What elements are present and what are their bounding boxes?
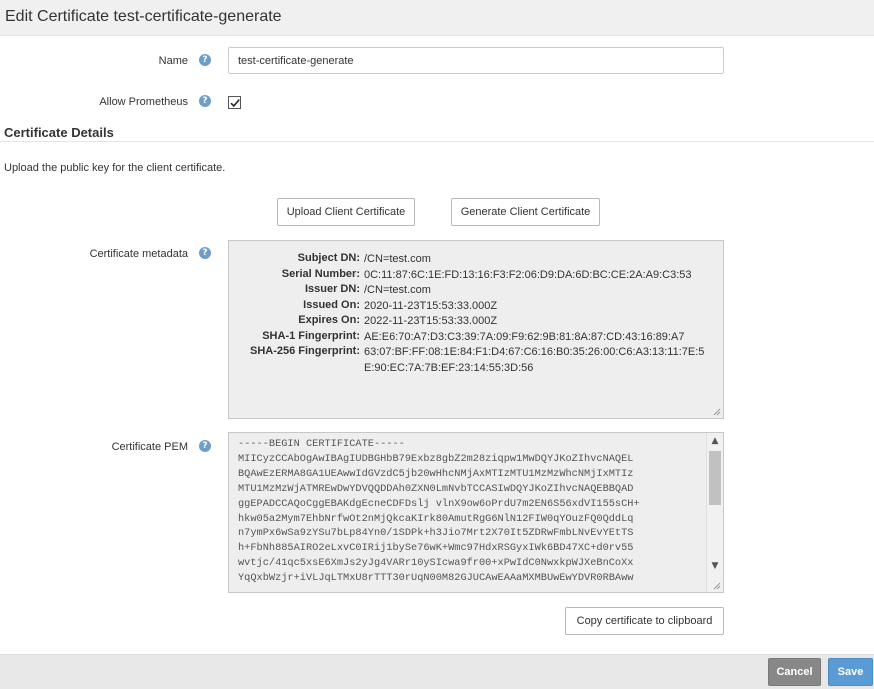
- metadata-key: SHA-256 Fingerprint:: [249, 345, 360, 357]
- checkmark-icon: [230, 99, 240, 108]
- metadata-row-sha256-fingerprint: SHA-256 Fingerprint: 63:07:BF:FF:08:1E:8…: [229, 345, 723, 374]
- metadata-value: /CN=test.com: [364, 284, 431, 296]
- metadata-help-icon[interactable]: ?: [199, 247, 211, 259]
- metadata-value: 63:07:BF:FF:08:1E:84:F1:D4:67:C6:16:B0:3…: [364, 346, 705, 374]
- allow-prometheus-checkbox[interactable]: [228, 96, 241, 109]
- metadata-value: AE:E6:70:A7:D3:C3:39:7A:09:F9:62:9B:81:8…: [364, 330, 685, 343]
- resize-grip-icon[interactable]: [712, 581, 721, 590]
- metadata-value: 0C:11:87:6C:1E:FD:13:16:F3:F2:06:D9:DA:6…: [364, 268, 692, 281]
- scrollbar-thumb[interactable]: [709, 451, 721, 505]
- pem-scrollbar[interactable]: ▲ ▼: [706, 433, 723, 592]
- metadata-row-subject-dn: Subject DN: /CN=test.com: [229, 252, 723, 267]
- section-divider: [0, 141, 874, 142]
- metadata-row-sha1-fingerprint: SHA-1 Fingerprint: AE:E6:70:A7:D3:C3:39:…: [229, 330, 723, 345]
- section-description: Upload the public key for the client cer…: [4, 162, 226, 174]
- metadata-key: SHA-1 Fingerprint:: [262, 329, 360, 342]
- scroll-up-icon[interactable]: ▲: [707, 433, 723, 449]
- dialog-title: Edit Certificate test-certificate-genera…: [5, 8, 282, 25]
- pem-help-icon[interactable]: ?: [199, 440, 211, 452]
- metadata-value: 2020-11-23T15:53:33.000Z: [364, 299, 498, 312]
- metadata-key: Serial Number:: [281, 267, 360, 280]
- certificate-metadata-box: Subject DN: /CN=test.com Serial Number: …: [228, 240, 724, 419]
- name-input[interactable]: [228, 47, 724, 74]
- metadata-value: 2022-11-23T15:53:33.000Z: [364, 315, 498, 327]
- certificate-pem-text[interactable]: -----BEGIN CERTIFICATE----- MIICyzCCAbOg…: [238, 437, 703, 586]
- prometheus-label: Allow Prometheus: [99, 96, 188, 108]
- scroll-down-icon[interactable]: ▼: [707, 558, 723, 574]
- dialog-header: Edit Certificate test-certificate-genera…: [0, 0, 874, 36]
- copy-certificate-button[interactable]: Copy certificate to clipboard: [565, 607, 724, 635]
- name-help-icon[interactable]: ?: [199, 54, 211, 66]
- metadata-key: Subject DN:: [297, 252, 360, 264]
- pem-label: Certificate PEM: [111, 441, 188, 453]
- metadata-value: /CN=test.com: [364, 253, 431, 265]
- save-button[interactable]: Save: [828, 658, 873, 686]
- metadata-row-expires-on: Expires On: 2022-11-23T15:53:33.000Z: [229, 314, 723, 329]
- generate-client-certificate-button[interactable]: Generate Client Certificate: [451, 198, 600, 226]
- upload-client-certificate-button[interactable]: Upload Client Certificate: [277, 198, 415, 226]
- resize-grip-icon[interactable]: [712, 407, 721, 416]
- cancel-button[interactable]: Cancel: [768, 658, 821, 686]
- section-title: Certificate Details: [4, 125, 114, 140]
- metadata-key: Issuer DN:: [304, 283, 360, 295]
- metadata-key: Expires On:: [298, 314, 360, 326]
- name-label: Name: [158, 55, 188, 67]
- dialog-footer: [0, 654, 874, 689]
- metadata-row-serial-number: Serial Number: 0C:11:87:6C:1E:FD:13:16:F…: [229, 268, 723, 283]
- metadata-row-issuer-dn: Issuer DN: /CN=test.com: [229, 283, 723, 298]
- metadata-label: Certificate metadata: [89, 248, 188, 260]
- metadata-key: Issued On:: [303, 298, 360, 311]
- prometheus-help-icon[interactable]: ?: [199, 95, 211, 107]
- certificate-pem-textarea[interactable]: -----BEGIN CERTIFICATE----- MIICyzCCAbOg…: [228, 432, 724, 593]
- metadata-row-issued-on: Issued On: 2020-11-23T15:53:33.000Z: [229, 299, 723, 314]
